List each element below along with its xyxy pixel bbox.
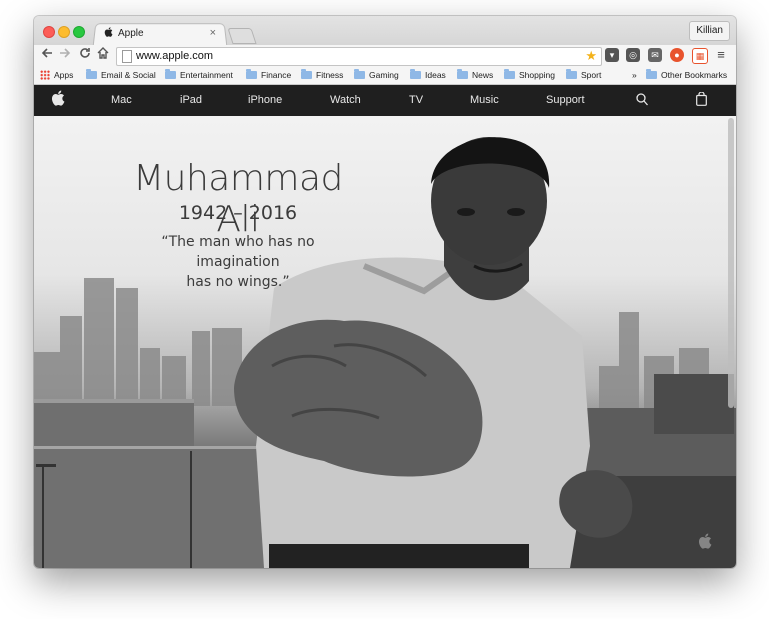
nav-tv[interactable]: TV <box>409 94 423 106</box>
hero-years: 1942 – 2016 <box>178 202 298 224</box>
pocket-icon[interactable]: ▾ <box>605 48 619 62</box>
browser-toolbar: www.apple.com ★ ▾ ◎ ✉ ● ▦ ≡ <box>34 45 736 67</box>
bookmark-email-social[interactable]: Email & Social <box>86 69 156 80</box>
bookmark-star-icon[interactable]: ★ <box>585 48 597 64</box>
tab-title: Apple <box>118 28 144 39</box>
tab-close-icon[interactable]: × <box>210 27 216 39</box>
page-scrollbar[interactable] <box>728 118 734 408</box>
bookmark-sport[interactable]: Sport <box>566 69 601 80</box>
bookmark-ideas[interactable]: Ideas <box>410 69 446 80</box>
nav-music[interactable]: Music <box>470 94 499 106</box>
bookmark-other-bookmarks[interactable]: Other Bookmarks <box>646 69 727 80</box>
folder-icon <box>504 69 515 79</box>
minimize-window-button[interactable] <box>58 26 70 38</box>
folder-icon <box>165 69 176 79</box>
apple-watermark-icon <box>698 533 712 554</box>
nav-support[interactable]: Support <box>546 94 585 106</box>
bookmark-gaming[interactable]: Gaming <box>354 69 399 80</box>
tab-strip: Apple × Killian <box>34 16 736 47</box>
inbox-icon[interactable]: ✉ <box>648 48 662 62</box>
nav-ipad[interactable]: iPad <box>180 94 202 106</box>
zoom-window-button[interactable] <box>73 26 85 38</box>
hero-banner[interactable]: Muhammad Ali 1942 – 2016 “The man who ha… <box>34 116 736 568</box>
nav-iphone[interactable]: iPhone <box>248 94 282 106</box>
bookmarks-overflow[interactable]: » <box>632 70 637 80</box>
new-tab-button[interactable] <box>227 28 257 44</box>
forward-arrow-icon[interactable] <box>59 47 71 62</box>
profile-button[interactable]: Killian <box>689 21 730 41</box>
folder-icon <box>410 69 421 79</box>
hero-quote-line-2: has no wings.” <box>186 274 290 290</box>
hero-quote: “The man who has no imagination has no w… <box>118 232 358 292</box>
bookmark-fitness[interactable]: Fitness <box>301 69 343 80</box>
apple-logo-icon[interactable] <box>51 90 65 109</box>
back-arrow-icon[interactable] <box>41 47 53 62</box>
close-window-button[interactable] <box>43 26 55 38</box>
shopping-bag-icon[interactable] <box>696 91 707 109</box>
browser-window: Apple × Killian www.apple.com ★ ▾ ◎ ✉ ● … <box>34 16 736 568</box>
calendar-icon[interactable]: ▦ <box>692 48 708 64</box>
folder-icon <box>457 69 468 79</box>
folder-icon <box>86 69 97 79</box>
folder-icon <box>354 69 365 79</box>
address-bar[interactable]: www.apple.com ★ <box>116 47 602 66</box>
hero-quote-line-1: “The man who has no imagination <box>161 234 315 270</box>
menu-icon[interactable]: ≡ <box>714 48 728 62</box>
url-text: www.apple.com <box>136 50 214 62</box>
bookmarks-bar: Apps Email & Social Entertainment Financ… <box>34 67 736 85</box>
bookmark-entertainment[interactable]: Entertainment <box>165 69 233 80</box>
tab-apple[interactable]: Apple × <box>98 24 222 44</box>
folder-icon <box>246 69 257 79</box>
bookmark-apps[interactable]: Apps <box>40 70 73 80</box>
nav-watch[interactable]: Watch <box>330 94 361 106</box>
reload-icon[interactable] <box>79 47 91 62</box>
bookmark-news[interactable]: News <box>457 69 493 80</box>
nav-mac[interactable]: Mac <box>111 94 132 106</box>
bookmark-finance[interactable]: Finance <box>246 69 291 80</box>
folder-icon <box>301 69 312 79</box>
apple-favicon-icon <box>104 27 113 40</box>
page-icon <box>122 50 132 63</box>
lastpass-icon[interactable]: ● <box>670 48 684 62</box>
hero-title: Muhammad Ali <box>133 158 343 240</box>
home-icon[interactable] <box>97 47 109 62</box>
bookmark-shopping[interactable]: Shopping <box>504 69 555 80</box>
extension-badge-icon[interactable]: ◎ <box>626 48 640 62</box>
folder-icon <box>646 69 657 79</box>
folder-icon <box>566 69 577 79</box>
apple-global-nav: Mac iPad iPhone Watch TV Music Support <box>34 85 736 116</box>
search-icon[interactable] <box>636 93 648 109</box>
apps-grid-icon <box>40 70 50 80</box>
